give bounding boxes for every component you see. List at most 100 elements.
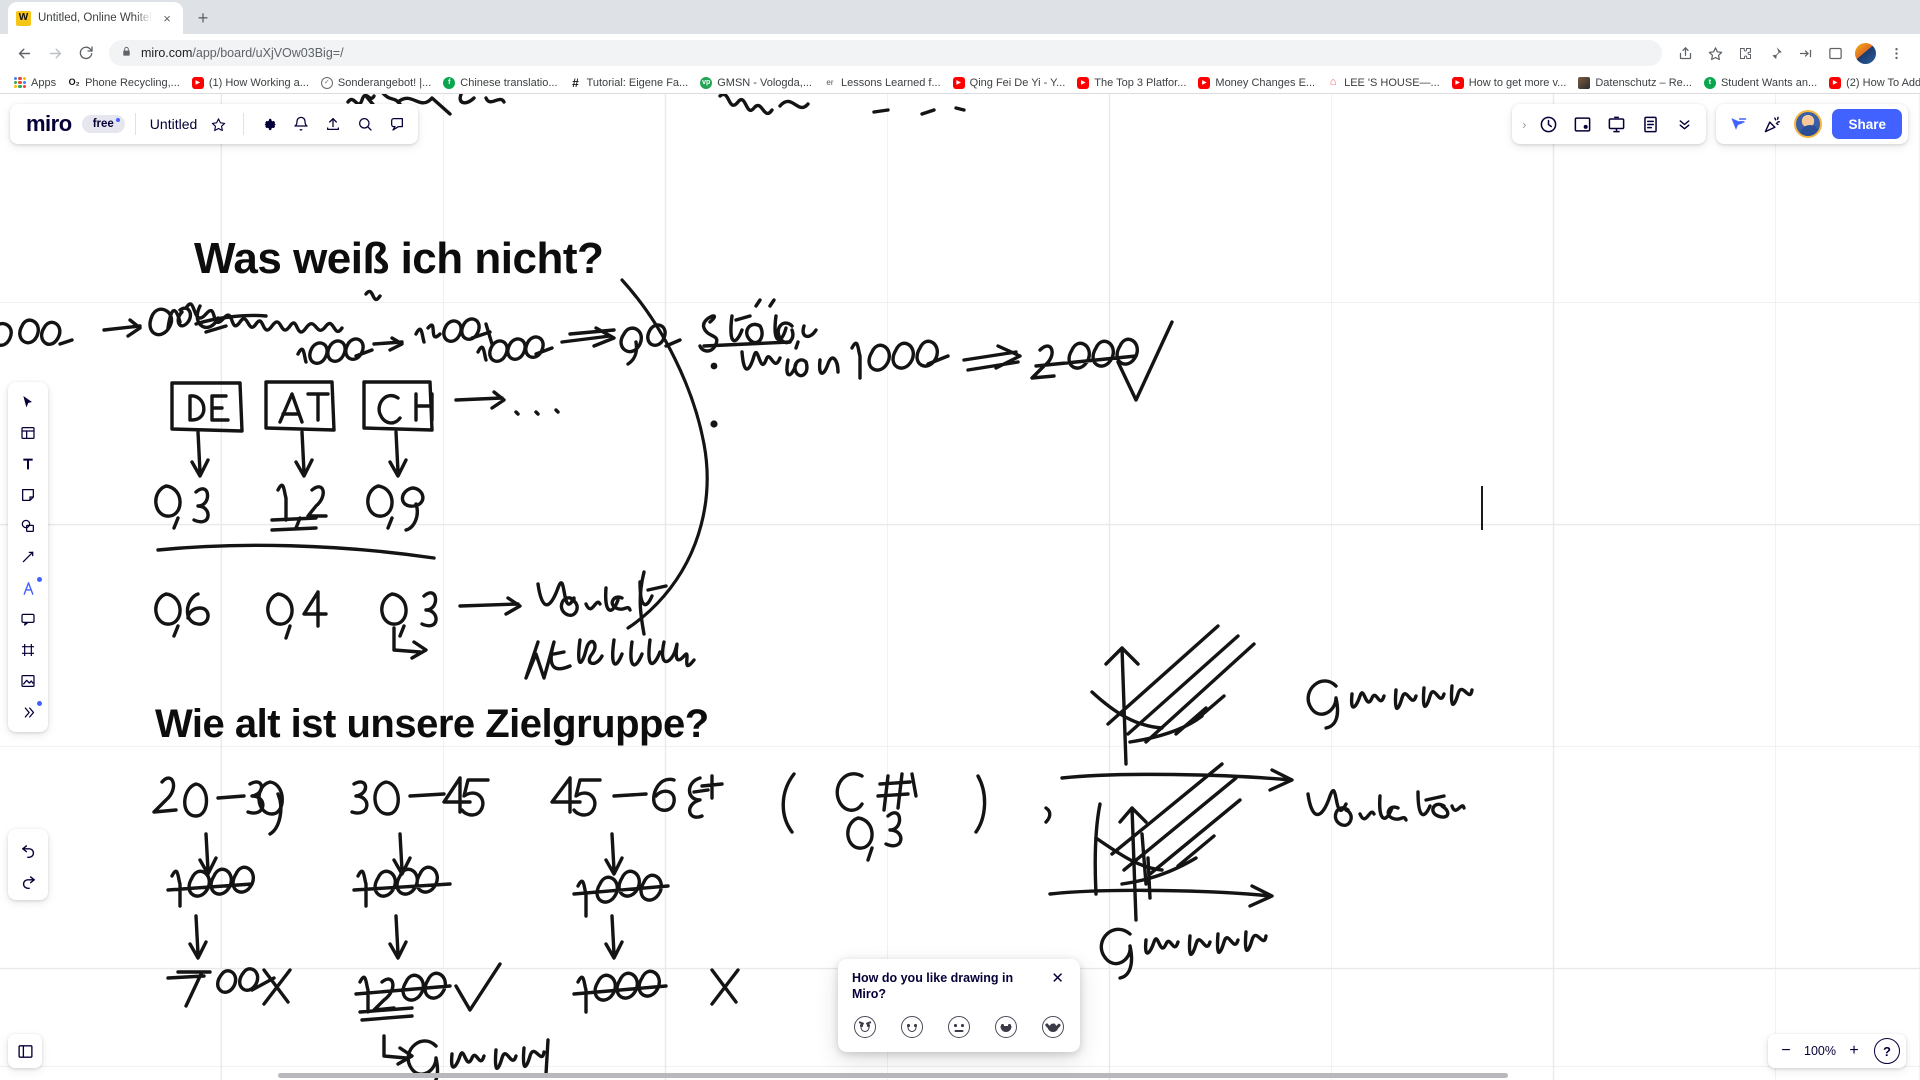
sticky-note-tool[interactable] bbox=[12, 480, 44, 510]
angry-face[interactable] bbox=[854, 1016, 876, 1038]
timer-icon[interactable] bbox=[1532, 108, 1564, 140]
url-path: /app/board/uXjVOw03Big=/ bbox=[192, 46, 344, 60]
youtube-icon: ▶ bbox=[1077, 76, 1090, 89]
board-title[interactable]: Untitled bbox=[146, 116, 201, 132]
account-avatar[interactable] bbox=[1855, 42, 1876, 64]
zoom-in-button[interactable]: + bbox=[1842, 1038, 1866, 1064]
bookmark-item[interactable]: ▶ (2) How To Add A... bbox=[1823, 75, 1920, 91]
bookmark-item[interactable]: ▶ The Top 3 Platfor... bbox=[1071, 75, 1192, 91]
heading-was-weiss-ich-nicht[interactable]: Was weiß ich nicht? bbox=[194, 234, 604, 284]
close-icon[interactable]: × bbox=[159, 10, 175, 26]
more-tools[interactable] bbox=[12, 697, 44, 727]
upload-export-icon[interactable] bbox=[318, 109, 348, 139]
youtube-icon: ▶ bbox=[1451, 76, 1464, 89]
apps-grid-icon bbox=[14, 76, 26, 89]
vp-circle-icon: vp bbox=[700, 76, 713, 89]
youtube-icon: ▶ bbox=[952, 76, 965, 89]
divider bbox=[243, 113, 245, 135]
help-button[interactable]: ? bbox=[1874, 1038, 1900, 1064]
sad-face[interactable] bbox=[901, 1016, 923, 1038]
bookmark-item[interactable]: er Lessons Learned f... bbox=[818, 75, 947, 91]
reload-icon[interactable] bbox=[72, 39, 100, 67]
frame-tool[interactable] bbox=[12, 635, 44, 665]
more-chevrons-icon[interactable] bbox=[1668, 108, 1700, 140]
collaboration-group: Share bbox=[1716, 104, 1908, 144]
pen-draw-tool[interactable] bbox=[12, 573, 44, 603]
address-bar[interactable]: miro.com/app/board/uXjVOw03Big=/ bbox=[109, 40, 1662, 66]
forward-icon[interactable] bbox=[41, 39, 69, 67]
bookmark-label: Chinese translatio... bbox=[460, 76, 558, 89]
bookmark-label: Qing Fei De Yi - Y... bbox=[969, 76, 1066, 89]
search-icon[interactable] bbox=[350, 109, 380, 139]
miro-board-canvas[interactable]: Was weiß ich nicht? Wie alt ist unsere Z… bbox=[0, 94, 1920, 1080]
comment-tool[interactable] bbox=[12, 604, 44, 634]
browser-navigation-bar: miro.com/app/board/uXjVOw03Big=/ bbox=[0, 34, 1920, 72]
bookmark-item[interactable]: Datenschutz – Re... bbox=[1572, 75, 1698, 91]
miro-logo[interactable]: miro bbox=[16, 113, 80, 135]
zoom-level-value[interactable]: 100% bbox=[1802, 1044, 1838, 1058]
feedback-rating-faces bbox=[852, 1016, 1066, 1038]
browser-tab-active[interactable]: W Untitled, Online Whiteboard fo × bbox=[8, 2, 183, 34]
cursor-share-icon[interactable] bbox=[1722, 108, 1754, 140]
undo-icon[interactable] bbox=[12, 834, 44, 864]
bookmark-item[interactable]: ▶ (1) How Working a... bbox=[186, 75, 315, 91]
templates-tool[interactable] bbox=[12, 418, 44, 448]
pin-extension-icon[interactable] bbox=[1761, 39, 1789, 67]
star-outline-icon[interactable] bbox=[203, 109, 233, 139]
share-button[interactable]: Share bbox=[1832, 109, 1902, 139]
plan-badge-free[interactable]: free bbox=[81, 115, 125, 133]
text-tool[interactable] bbox=[12, 449, 44, 479]
bookmark-item[interactable]: ▶ Money Changes E... bbox=[1192, 75, 1321, 91]
frame-screenshot-icon[interactable] bbox=[1566, 108, 1598, 140]
settings-gear-icon[interactable] bbox=[254, 109, 284, 139]
new-tab-button[interactable]: + bbox=[189, 4, 217, 32]
bookmark-item[interactable]: ▶ How to get more v... bbox=[1446, 75, 1573, 91]
tab-title: Untitled, Online Whiteboard fo bbox=[38, 12, 152, 24]
feedback-header: How do you like drawing in Miro? ✕ bbox=[852, 970, 1066, 1003]
bookmark-star-icon[interactable] bbox=[1701, 39, 1729, 67]
notes-panel-icon[interactable] bbox=[1634, 108, 1666, 140]
heading-wie-alt-zielgruppe[interactable]: Wie alt ist unsere Zielgruppe? bbox=[155, 702, 709, 747]
close-icon[interactable]: ✕ bbox=[1049, 970, 1066, 987]
comment-pin-icon[interactable] bbox=[382, 109, 412, 139]
toggle-panel-icon[interactable] bbox=[8, 1034, 42, 1068]
upload-image-tool[interactable] bbox=[12, 666, 44, 696]
bookmark-item[interactable]: t Student Wants an... bbox=[1698, 75, 1823, 91]
window-icon[interactable] bbox=[1821, 39, 1849, 67]
extension-puzzle-icon[interactable] bbox=[1731, 39, 1759, 67]
divider bbox=[134, 113, 136, 135]
cursor-select-tool[interactable] bbox=[12, 387, 44, 417]
bookmark-item[interactable]: ▶ Qing Fei De Yi - Y... bbox=[947, 75, 1072, 91]
user-avatar[interactable] bbox=[1794, 110, 1823, 138]
t-circle-icon: t bbox=[1703, 76, 1716, 89]
bookmark-item[interactable]: # Tutorial: Eigene Fa... bbox=[564, 75, 695, 91]
back-icon[interactable] bbox=[10, 39, 38, 67]
shapes-tool[interactable] bbox=[12, 511, 44, 541]
miro-favicon: W bbox=[16, 10, 31, 26]
profile-switch-icon[interactable] bbox=[1791, 39, 1819, 67]
bookmark-label: Lessons Learned f... bbox=[840, 76, 941, 89]
bookmark-item[interactable]: ✓ Sonderangebot! |... bbox=[315, 75, 437, 91]
chrome-menu-icon[interactable] bbox=[1882, 39, 1910, 67]
bookmark-item[interactable]: vp GMSN - Vologda,... bbox=[694, 75, 818, 91]
horizontal-scrollbar-thumb[interactable] bbox=[278, 1073, 1508, 1078]
board-tools-group: › bbox=[1512, 104, 1707, 144]
bookmark-item[interactable]: ⌂ LEE 'S HOUSE—... bbox=[1321, 75, 1446, 91]
bookmark-label: GMSN - Vologda,... bbox=[717, 76, 812, 89]
chevron-right-icon[interactable]: › bbox=[1518, 117, 1530, 132]
happy-face[interactable] bbox=[995, 1016, 1017, 1038]
bookmark-item[interactable]: O₂ Phone Recycling,... bbox=[62, 75, 186, 91]
neutral-face[interactable] bbox=[948, 1016, 970, 1038]
love-face[interactable] bbox=[1042, 1016, 1064, 1038]
horizontal-scrollbar[interactable] bbox=[0, 1071, 1920, 1080]
share-icon[interactable] bbox=[1671, 39, 1699, 67]
notifications-bell-icon[interactable] bbox=[286, 109, 316, 139]
redo-icon[interactable] bbox=[12, 865, 44, 895]
chrome-browser-window: W Untitled, Online Whiteboard fo × + mir… bbox=[0, 0, 1920, 1080]
bookmark-item[interactable]: Apps bbox=[8, 75, 62, 91]
connector-line-tool[interactable] bbox=[12, 542, 44, 572]
celebrate-confetti-icon[interactable] bbox=[1756, 108, 1788, 140]
bookmark-item[interactable]: f Chinese translatio... bbox=[437, 75, 563, 91]
zoom-out-button[interactable]: − bbox=[1774, 1038, 1798, 1064]
presentation-icon[interactable] bbox=[1600, 108, 1632, 140]
